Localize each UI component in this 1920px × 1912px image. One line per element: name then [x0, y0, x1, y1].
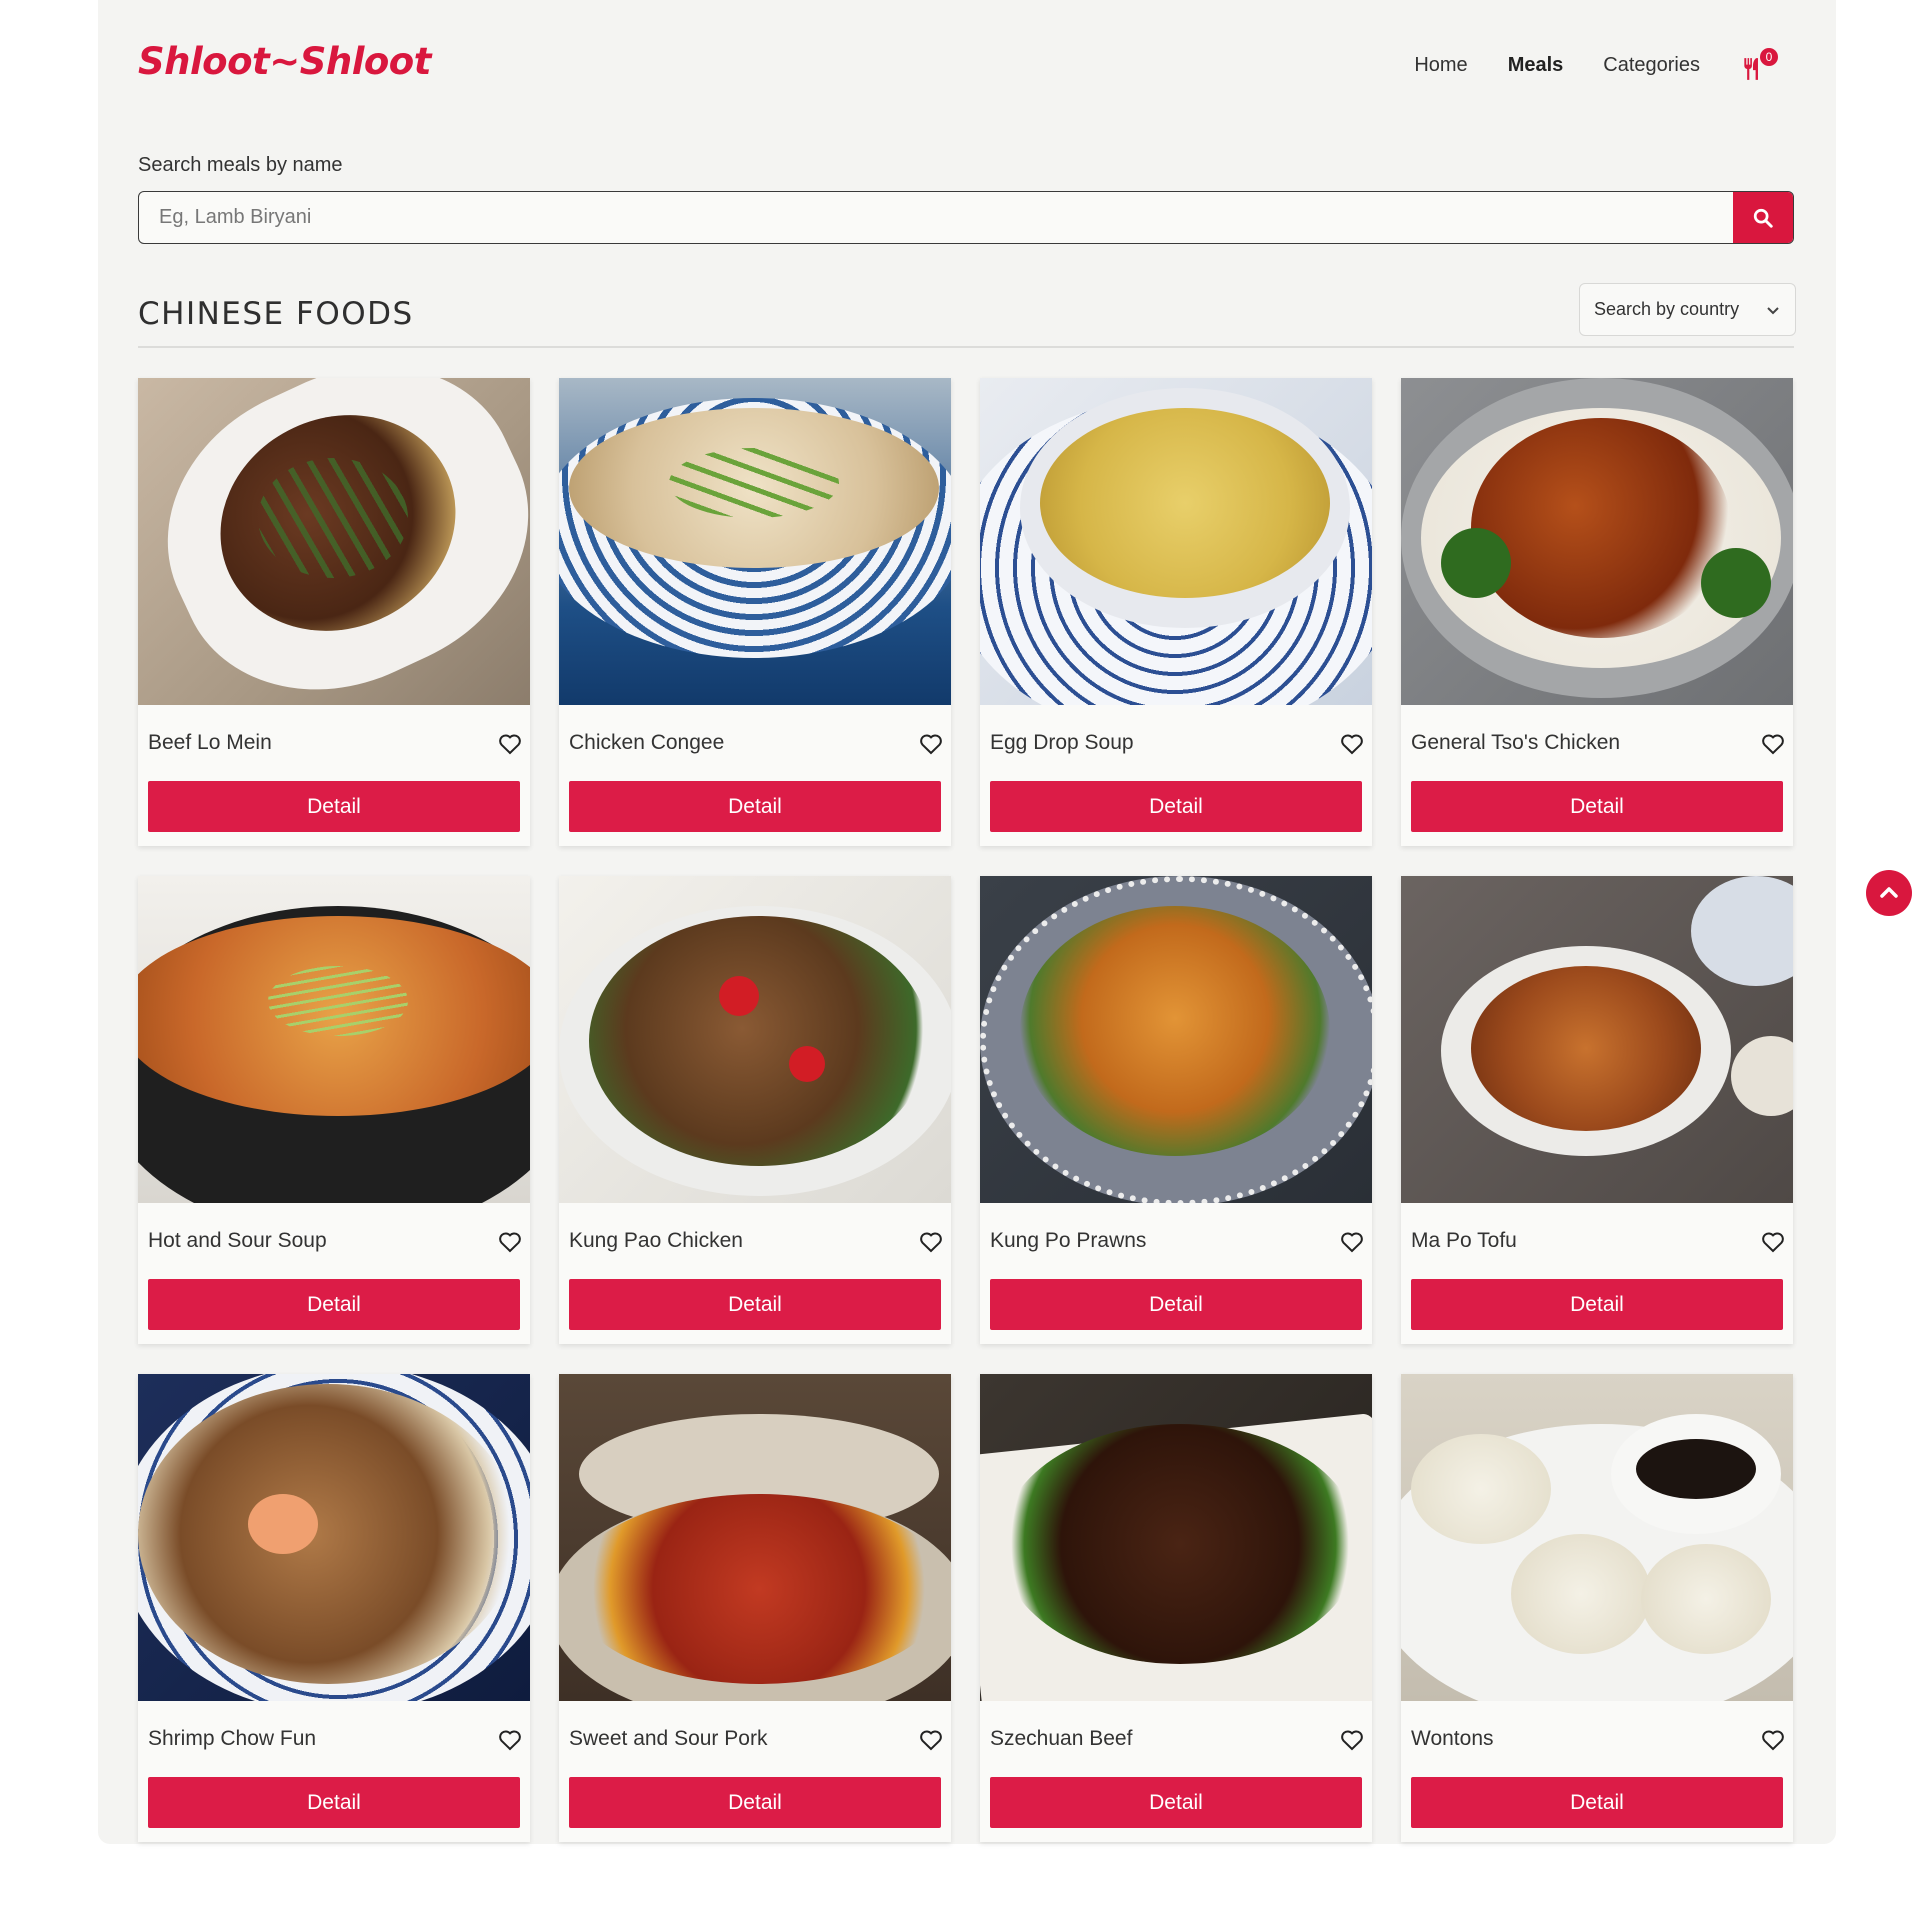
nav-home[interactable]: Home: [1414, 54, 1467, 77]
meal-image[interactable]: [138, 1374, 530, 1701]
meal-image[interactable]: [138, 378, 530, 705]
search-icon: [1753, 208, 1773, 228]
meal-card: Wontons Detail: [1401, 1374, 1793, 1842]
meal-name: Chicken Congee: [569, 731, 725, 754]
heart-icon[interactable]: [1340, 1231, 1364, 1253]
country-select[interactable]: Search by country: [1579, 283, 1796, 336]
detail-button[interactable]: Detail: [990, 1279, 1362, 1330]
meal-image[interactable]: [980, 378, 1372, 705]
search-label: Search meals by name: [138, 154, 343, 176]
main-nav: Home Meals Categories 0: [1374, 48, 1778, 82]
meal-name: Wontons: [1411, 1727, 1494, 1750]
meal-name: Hot and Sour Soup: [148, 1229, 327, 1252]
meal-image[interactable]: [1401, 876, 1793, 1203]
meal-card: Beef Lo Mein Detail: [138, 378, 530, 846]
heart-icon[interactable]: [1761, 1729, 1785, 1751]
detail-button[interactable]: Detail: [1411, 1279, 1783, 1330]
meal-card: Ma Po Tofu Detail: [1401, 876, 1793, 1344]
heart-icon[interactable]: [498, 1231, 522, 1253]
heart-icon[interactable]: [1761, 733, 1785, 755]
meal-card: Egg Drop Soup Detail: [980, 378, 1372, 846]
detail-button[interactable]: Detail: [569, 781, 941, 832]
meal-name: Egg Drop Soup: [990, 731, 1134, 754]
cart-button[interactable]: 0: [1740, 48, 1778, 82]
section-divider: [138, 346, 1794, 348]
heart-icon[interactable]: [919, 1231, 943, 1253]
search-input[interactable]: [139, 192, 1739, 243]
meal-card: General Tso's Chicken Detail: [1401, 378, 1793, 846]
detail-button[interactable]: Detail: [148, 1279, 520, 1330]
meal-name: Shrimp Chow Fun: [148, 1727, 317, 1750]
meal-image[interactable]: [980, 1374, 1372, 1701]
nav-categories[interactable]: Categories: [1603, 54, 1700, 77]
meal-image[interactable]: [559, 378, 951, 705]
meal-name: General Tso's Chicken: [1411, 731, 1621, 754]
detail-button[interactable]: Detail: [990, 781, 1362, 832]
heart-icon[interactable]: [919, 733, 943, 755]
meal-image[interactable]: [559, 1374, 951, 1701]
heart-icon[interactable]: [1340, 733, 1364, 755]
search-bar: [138, 191, 1794, 244]
chevron-up-icon: [1880, 887, 1898, 898]
detail-button[interactable]: Detail: [990, 1777, 1362, 1828]
detail-button[interactable]: Detail: [1411, 1777, 1783, 1828]
country-select-value: Search by country: [1594, 299, 1740, 319]
meal-image[interactable]: [559, 876, 951, 1203]
heart-icon[interactable]: [1761, 1231, 1785, 1253]
meal-card: Shrimp Chow Fun Detail: [138, 1374, 530, 1842]
meal-image[interactable]: [138, 876, 530, 1203]
detail-button[interactable]: Detail: [1411, 781, 1783, 832]
meal-card: Hot and Sour Soup Detail: [138, 876, 530, 1344]
detail-button[interactable]: Detail: [148, 781, 520, 832]
heart-icon[interactable]: [919, 1729, 943, 1751]
heart-icon[interactable]: [1340, 1729, 1364, 1751]
heart-icon[interactable]: [498, 733, 522, 755]
nav-meals[interactable]: Meals: [1508, 54, 1564, 77]
meal-name: Sweet and Sour Pork: [569, 1727, 768, 1750]
meal-grid: Beef Lo Mein Detail Chicken Congee Detai…: [138, 378, 1794, 1842]
meal-image[interactable]: [1401, 1374, 1793, 1701]
meal-card: Kung Pao Chicken Detail: [559, 876, 951, 1344]
chevron-down-icon: [1767, 306, 1779, 314]
meal-name: Kung Pao Chicken: [569, 1229, 743, 1252]
page-container: Shloot~Shloot Home Meals Categories 0 Se…: [98, 0, 1836, 1844]
detail-button[interactable]: Detail: [148, 1777, 520, 1828]
heart-icon[interactable]: [498, 1729, 522, 1751]
meal-card: Chicken Congee Detail: [559, 378, 951, 846]
meal-name: Ma Po Tofu: [1411, 1229, 1517, 1252]
section-title: CHINESE FOODS: [138, 296, 414, 332]
scroll-to-top-button[interactable]: [1866, 870, 1912, 916]
meal-name: Szechuan Beef: [990, 1727, 1133, 1750]
meal-card: Szechuan Beef Detail: [980, 1374, 1372, 1842]
cart-count-badge: 0: [1760, 48, 1778, 66]
site-logo[interactable]: Shloot~Shloot: [138, 40, 431, 83]
meal-card: Sweet and Sour Pork Detail: [559, 1374, 951, 1842]
search-button[interactable]: [1733, 192, 1793, 243]
meal-image[interactable]: [1401, 378, 1793, 705]
meal-name: Beef Lo Mein: [148, 731, 272, 754]
meal-image[interactable]: [980, 876, 1372, 1203]
detail-button[interactable]: Detail: [569, 1279, 941, 1330]
meal-card: Kung Po Prawns Detail: [980, 876, 1372, 1344]
detail-button[interactable]: Detail: [569, 1777, 941, 1828]
meal-name: Kung Po Prawns: [990, 1229, 1147, 1252]
